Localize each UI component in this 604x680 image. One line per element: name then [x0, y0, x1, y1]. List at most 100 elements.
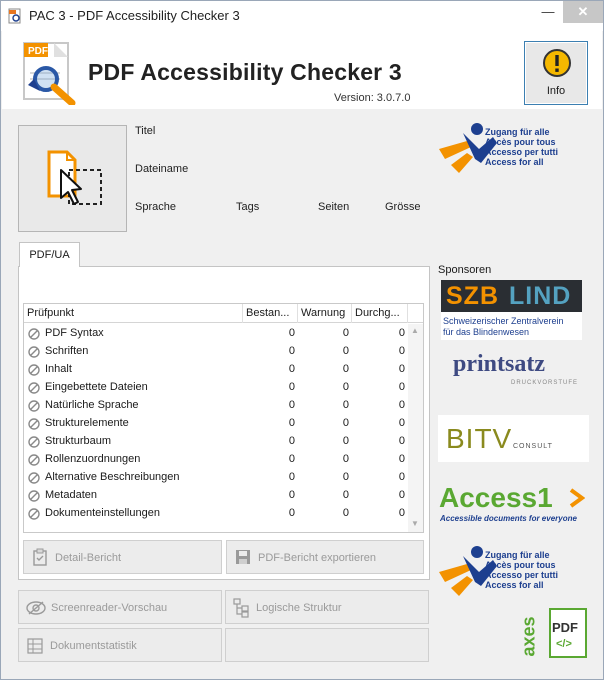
language-label: Sprache: [135, 201, 176, 213]
bitv-sub: CONSULT: [513, 443, 553, 450]
pac-logo-icon: PDF: [23, 42, 76, 105]
document-statistics-button[interactable]: Dokumentstatistik: [18, 628, 222, 662]
passed-count: 0: [288, 417, 295, 429]
detail-report-label: Detail-Bericht: [55, 552, 122, 564]
column-header-checkpoint[interactable]: Prüfpunkt: [24, 304, 243, 323]
open-document-button[interactable]: [18, 125, 127, 232]
table-row[interactable]: Alternative Beschreibungen 0 0 0: [24, 469, 408, 487]
checkpoint-name: Natürliche Sprache: [45, 399, 139, 411]
passed-count: 0: [288, 489, 295, 501]
access1-sub: Accessible documents for everyone: [440, 514, 577, 523]
detail-report-button[interactable]: Detail-Bericht: [23, 540, 222, 574]
grid-header: Prüfpunkt Bestan... Warnung Durchg...: [24, 304, 423, 323]
access-for-all-logo-bottom: Zugang für alle Accès pour tous Accesso …: [437, 542, 589, 598]
afa-line-1: Zugang für alle: [485, 127, 550, 137]
logical-structure-button[interactable]: Logische Struktur: [225, 590, 429, 624]
failed-count: 0: [398, 345, 405, 357]
not-checked-icon: [28, 346, 40, 358]
grid-scrollbar[interactable]: ▲ ▼: [408, 324, 423, 532]
checkpoint-name: Eingebettete Dateien: [45, 381, 148, 393]
warning-count: 0: [342, 417, 349, 429]
document-statistics-label: Dokumentstatistik: [50, 640, 137, 652]
failed-count: 0: [398, 489, 405, 501]
failed-count: 0: [398, 327, 405, 339]
clipboard-check-icon: [33, 548, 47, 566]
screenreader-preview-button[interactable]: Screenreader-Vorschau: [18, 590, 222, 624]
szb-sub-line-1: Schweizerischer Zentralverein: [443, 316, 564, 326]
checkpoint-name: Dokumenteinstellungen: [45, 507, 160, 519]
warning-count: 0: [342, 399, 349, 411]
printsatz-logo: printsatz DRUCKVORSTUFE: [451, 351, 581, 391]
warning-count: 0: [342, 381, 349, 393]
checkpoint-name: Rollenzuordnungen: [45, 453, 141, 465]
warning-count: 0: [342, 435, 349, 447]
table-row[interactable]: Inhalt 0 0 0: [24, 361, 408, 379]
axes-tag-text: </>: [556, 638, 572, 650]
table-row[interactable]: Strukturbaum 0 0 0: [24, 433, 408, 451]
failed-count: 0: [398, 507, 405, 519]
scroll-down-icon[interactable]: ▼: [411, 519, 419, 528]
bitv-consult-logo: BITV CONSULT: [438, 415, 589, 462]
printsatz-sub: DRUCKVORSTUFE: [511, 380, 579, 386]
minimize-button[interactable]: —: [533, 1, 563, 23]
warning-count: 0: [342, 327, 349, 339]
checkpoint-name: Metadaten: [45, 489, 97, 501]
printsatz-text: printsatz: [453, 351, 545, 377]
table-row[interactable]: PDF Syntax 0 0 0: [24, 325, 408, 343]
not-checked-icon: [28, 418, 40, 430]
access1-logo: Access1 Accessible documents for everyon…: [438, 482, 589, 526]
checkpoint-name: Strukturelemente: [45, 417, 129, 429]
not-checked-icon: [28, 454, 40, 466]
failed-count: 0: [398, 381, 405, 393]
column-header-passed[interactable]: Bestan...: [243, 304, 298, 323]
failed-count: 0: [398, 363, 405, 375]
tags-label: Tags: [236, 201, 260, 213]
checkpoint-name: Schriften: [45, 345, 89, 357]
warning-count: 0: [342, 345, 349, 357]
afa-line-4: Access for all: [485, 157, 544, 167]
info-button[interactable]: Info: [524, 41, 588, 105]
warning-count: 0: [342, 471, 349, 483]
table-row[interactable]: Metadaten 0 0 0: [24, 487, 408, 505]
afa-bottom-line-4: Access for all: [485, 580, 544, 590]
column-header-warning[interactable]: Warnung: [298, 304, 352, 323]
close-button[interactable]: ✕: [563, 1, 603, 23]
app-title: PDF Accessibility Checker 3: [88, 59, 402, 85]
passed-count: 0: [288, 471, 295, 483]
passed-count: 0: [288, 453, 295, 465]
table-row[interactable]: Rollenzuordnungen 0 0 0: [24, 451, 408, 469]
checkpoint-name: Alternative Beschreibungen: [45, 471, 180, 483]
bitv-text: BITV: [446, 423, 513, 454]
failed-count: 0: [398, 417, 405, 429]
not-checked-icon: [28, 508, 40, 520]
warning-count: 0: [342, 363, 349, 375]
column-header-failed[interactable]: Durchg...: [352, 304, 408, 323]
afa-line-3: Accesso per tutti: [485, 147, 559, 157]
failed-count: 0: [398, 453, 405, 465]
sponsors-heading: Sponsoren: [438, 264, 492, 276]
warning-count: 0: [342, 453, 349, 465]
table-row[interactable]: Natürliche Sprache 0 0 0: [24, 397, 408, 415]
table-row[interactable]: Strukturelemente 0 0 0: [24, 415, 408, 433]
tab-pdfua[interactable]: PDF/UA: [19, 242, 80, 267]
version-label: Version: 3.0.7.0: [334, 92, 411, 104]
table-row[interactable]: Schriften 0 0 0: [24, 343, 408, 361]
statistics-icon: [27, 638, 43, 654]
not-checked-icon: [28, 328, 40, 340]
axes-pdf-text: PDF: [552, 620, 578, 635]
access-for-all-logo: Zugang für alle Accès pour tous Accesso …: [437, 119, 589, 175]
not-checked-icon: [28, 382, 40, 394]
title-label: Titel: [135, 125, 156, 137]
open-file-cursor-icon: [47, 150, 102, 205]
scroll-up-icon[interactable]: ▲: [411, 326, 419, 335]
warning-info-icon: [543, 49, 571, 77]
table-row[interactable]: Dokumenteinstellungen 0 0 0: [24, 505, 408, 523]
access1-text: Access1: [439, 482, 553, 513]
failed-count: 0: [398, 399, 405, 411]
export-pdf-report-button[interactable]: PDF-Bericht exportieren: [226, 540, 424, 574]
not-checked-icon: [28, 436, 40, 448]
table-row[interactable]: Eingebettete Dateien 0 0 0: [24, 379, 408, 397]
size-label: Grösse: [385, 201, 421, 213]
not-checked-icon: [28, 472, 40, 484]
export-pdf-report-label: PDF-Bericht exportieren: [258, 552, 376, 564]
